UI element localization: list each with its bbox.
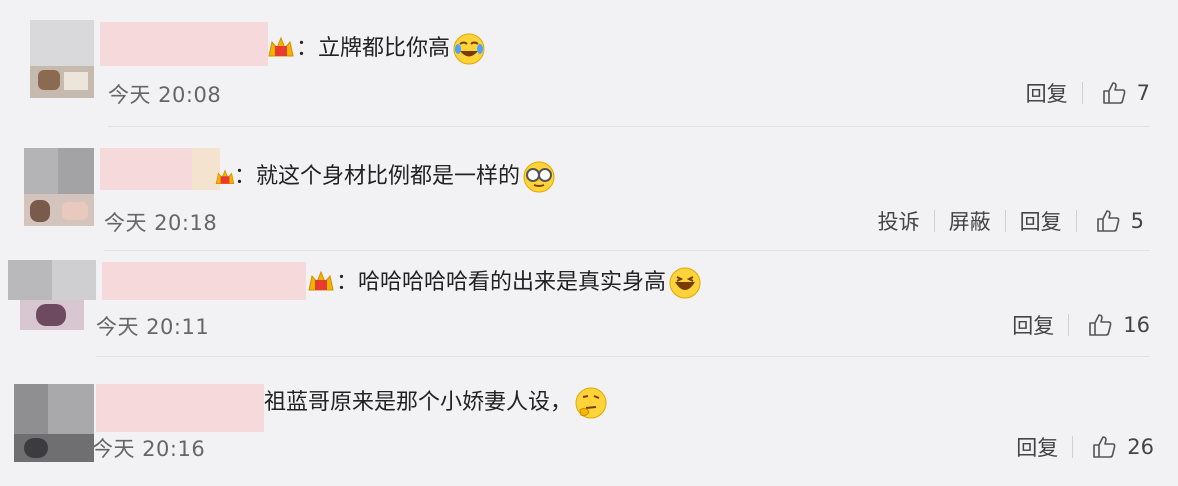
laughing-emoji-icon (669, 267, 701, 299)
comment-actions: 回复 7 (1012, 78, 1150, 108)
like-count: 7 (1136, 81, 1150, 105)
like-button[interactable]: 16 (1069, 312, 1150, 338)
crown-badge-icon (215, 169, 235, 184)
thinking-emoji-icon (575, 387, 607, 419)
avatar[interactable] (14, 384, 94, 462)
comment-item: 祖蓝哥原来是那个小娇妻人设， 今天 20:16 回复 26 (0, 370, 1178, 486)
like-button[interactable]: 7 (1083, 80, 1150, 106)
like-count: 26 (1127, 435, 1154, 459)
comment-text: ：就这个身材比例都是一样的 (234, 160, 556, 194)
comment-time: 今天 20:11 (96, 315, 210, 339)
comment-time: 今天 20:08 (108, 83, 222, 107)
reply-button[interactable]: 回复 (1006, 206, 1076, 236)
thumbs-up-icon (1089, 314, 1112, 336)
username-blurred[interactable] (102, 262, 306, 300)
comment-actions: 回复 16 (998, 310, 1150, 340)
username-blurred[interactable] (100, 148, 192, 190)
avatar[interactable] (30, 20, 94, 98)
divider (108, 126, 1150, 127)
comment-actions: 回复 26 (1002, 432, 1154, 462)
cry-laugh-emoji-icon (453, 33, 485, 65)
like-count: 5 (1130, 209, 1144, 233)
reply-button[interactable]: 回复 (1002, 432, 1072, 462)
comment-item: ：立牌都比你高 今天 20:08 回复 7 (0, 0, 1178, 130)
comment-text: ：立牌都比你高 (296, 32, 486, 66)
comment-text: ：哈哈哈哈哈看的出来是真实身高 (336, 266, 702, 300)
block-button[interactable]: 屏蔽 (935, 206, 1005, 236)
crown-badge-icon (308, 270, 334, 291)
reply-button[interactable]: 回复 (1012, 78, 1082, 108)
comment-time: 今天 20:16 (92, 437, 206, 461)
username-blurred[interactable] (100, 22, 268, 66)
avatar[interactable] (8, 260, 96, 330)
comment-item: ：就这个身材比例都是一样的 今天 20:18 投诉 屏蔽 回复 5 (0, 130, 1178, 252)
divider (96, 356, 1150, 357)
comment-time: 今天 20:18 (104, 211, 218, 235)
comment-actions: 投诉 屏蔽 回复 5 (864, 206, 1144, 236)
avatar[interactable] (24, 148, 94, 226)
like-count: 16 (1123, 313, 1150, 337)
thumbs-up-icon (1096, 210, 1120, 232)
username-blurred[interactable] (96, 384, 264, 432)
glasses-emoji-icon (523, 161, 555, 193)
like-button[interactable]: 26 (1073, 434, 1154, 460)
like-button[interactable]: 5 (1077, 208, 1144, 234)
divider (104, 250, 1150, 251)
reply-button[interactable]: 回复 (998, 310, 1068, 340)
thumbs-up-icon (1102, 82, 1126, 104)
crown-badge-icon (268, 36, 294, 57)
thumbs-up-icon (1093, 436, 1116, 458)
comment-text: 祖蓝哥原来是那个小娇妻人设， (264, 386, 608, 420)
comment-item: ：哈哈哈哈哈看的出来是真实身高 今天 20:11 回复 16 (0, 252, 1178, 370)
report-button[interactable]: 投诉 (864, 206, 934, 236)
